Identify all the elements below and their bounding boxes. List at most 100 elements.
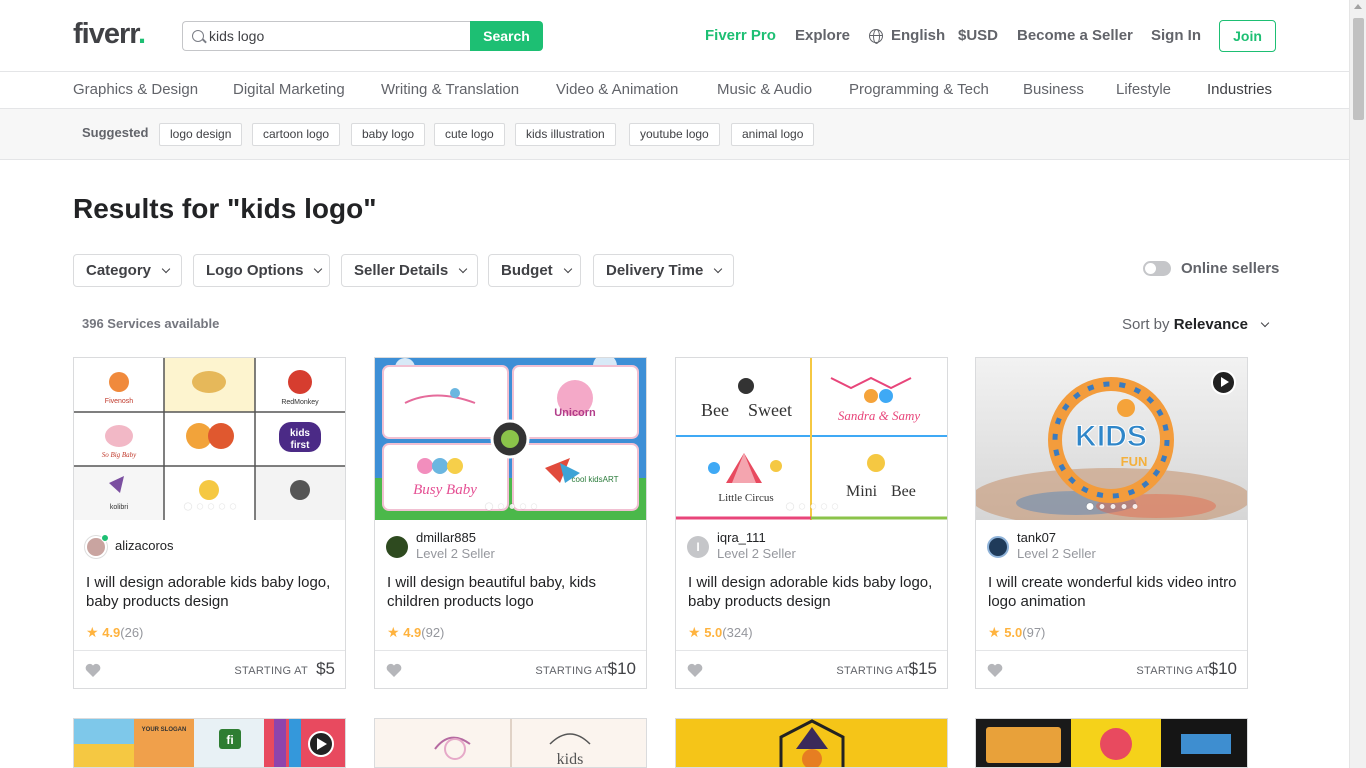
fiverr-pro-link[interactable]: Fiverr Pro xyxy=(705,27,776,44)
carousel-dots[interactable] xyxy=(786,503,837,510)
svg-text:Sweet: Sweet xyxy=(748,400,792,420)
filter-delivery-time[interactable]: Delivery Time xyxy=(593,254,734,287)
category-digital-marketing[interactable]: Digital Marketing xyxy=(233,81,345,98)
starting-at-label: STARTING AT xyxy=(1136,665,1210,677)
explore-link[interactable]: Explore xyxy=(795,27,850,44)
scrollbar-thumb[interactable] xyxy=(1353,18,1364,120)
gig-thumbnail[interactable]: KIDS FUN xyxy=(976,358,1247,520)
scroll-up-arrow[interactable] xyxy=(1354,4,1362,9)
sort-dropdown[interactable]: Sort by Relevance xyxy=(1122,316,1270,333)
heart-icon[interactable] xyxy=(987,663,1003,677)
category-business[interactable]: Business xyxy=(1023,81,1084,98)
page-scrollbar[interactable] xyxy=(1349,0,1366,768)
seller-level: Level 2 Seller xyxy=(416,546,495,561)
suggested-chip[interactable]: cute logo xyxy=(434,123,505,146)
search-button[interactable]: Search xyxy=(470,21,543,51)
category-nav: Graphics & Design Digital Marketing Writ… xyxy=(0,73,1349,109)
seller-name[interactable]: dmillar885 xyxy=(416,530,476,545)
filter-logo-options[interactable]: Logo Options xyxy=(193,254,330,287)
gig-thumbnail[interactable] xyxy=(676,719,948,768)
category-programming-tech[interactable]: Programming & Tech xyxy=(849,81,989,98)
globe-icon xyxy=(869,29,883,44)
svg-text:Mini: Mini xyxy=(846,483,878,500)
seller-avatar[interactable] xyxy=(386,536,408,558)
gig-title[interactable]: I will design beautiful baby, kids child… xyxy=(387,573,637,611)
gig-thumbnail[interactable]: Bee Sweet Sandra & Samy Little Circus Mi… xyxy=(676,358,947,520)
seller-avatar[interactable]: I xyxy=(687,536,709,558)
gig-card-partial[interactable]: YOUR SLOGAN fi xyxy=(73,718,346,768)
gig-card-partial[interactable] xyxy=(975,718,1248,768)
suggested-chip[interactable]: baby logo xyxy=(351,123,426,146)
gig-thumbnail[interactable] xyxy=(976,719,1248,768)
become-seller-link[interactable]: Become a Seller xyxy=(1017,27,1133,44)
suggested-chip[interactable]: kids illustration xyxy=(515,123,616,146)
chevron-down-icon xyxy=(714,264,723,274)
gig-rating: ★ 5.0(324) xyxy=(688,624,753,640)
gig-title[interactable]: I will create wonderful kids video intro… xyxy=(988,573,1238,611)
gig-card[interactable]: Fivenosh RedMonkey So Big Baby kids firs… xyxy=(73,357,346,689)
services-count: 396 Services available xyxy=(82,316,220,331)
fiverr-logo[interactable]: fiverr. xyxy=(73,18,146,51)
gig-thumbnail[interactable]: Fivenosh RedMonkey So Big Baby kids firs… xyxy=(74,358,345,520)
sign-in-link[interactable]: Sign In xyxy=(1151,27,1201,44)
gig-thumbnail[interactable]: Unicorn Busy Baby cool kidsART xyxy=(375,358,646,520)
seller-level: Level 2 Seller xyxy=(717,546,796,561)
carousel-dots[interactable] xyxy=(1086,503,1137,510)
gig-title[interactable]: I will design adorable kids baby logo, b… xyxy=(86,573,336,611)
gig-card-partial[interactable] xyxy=(675,718,948,768)
category-lifestyle[interactable]: Lifestyle xyxy=(1116,81,1171,98)
join-button[interactable]: Join xyxy=(1219,20,1276,52)
card-footer: STARTING AT $15 xyxy=(676,650,947,688)
heart-icon[interactable] xyxy=(85,663,101,677)
gig-card[interactable]: Bee Sweet Sandra & Samy Little Circus Mi… xyxy=(675,357,948,689)
gig-thumbnail[interactable]: YOUR SLOGAN fi xyxy=(74,719,346,768)
svg-text:Busy Baby: Busy Baby xyxy=(413,482,477,498)
category-graphics-design[interactable]: Graphics & Design xyxy=(73,81,198,98)
currency-link[interactable]: $USD xyxy=(958,27,998,44)
seller-name[interactable]: iqra_111 xyxy=(717,530,766,545)
filter-budget[interactable]: Budget xyxy=(488,254,581,287)
gig-card[interactable]: KIDS FUN tank07 Level 2 Seller I will cr… xyxy=(975,357,1248,689)
svg-text:fi: fi xyxy=(226,733,233,747)
gig-rating: ★ 5.0(97) xyxy=(988,624,1046,640)
svg-text:first: first xyxy=(291,440,311,451)
gig-thumbnail[interactable]: kids xyxy=(375,719,647,768)
search-input[interactable] xyxy=(209,26,459,46)
seller-name[interactable]: tank07 xyxy=(1017,530,1056,545)
heart-icon[interactable] xyxy=(386,663,402,677)
carousel-dots[interactable] xyxy=(485,503,536,510)
carousel-dots[interactable] xyxy=(184,503,235,510)
svg-text:Unicorn: Unicorn xyxy=(554,407,596,419)
svg-text:Sandra & Samy: Sandra & Samy xyxy=(838,408,921,423)
category-music-audio[interactable]: Music & Audio xyxy=(717,81,812,98)
seller-avatar[interactable] xyxy=(987,536,1009,558)
card-footer: STARTING AT $10 xyxy=(375,650,646,688)
online-sellers-toggle[interactable] xyxy=(1143,261,1171,276)
gig-price: $15 xyxy=(908,659,937,678)
suggested-chip[interactable]: cartoon logo xyxy=(252,123,341,146)
card-footer: STARTING AT $10 xyxy=(976,650,1247,688)
svg-text:YOUR SLOGAN: YOUR SLOGAN xyxy=(142,727,187,733)
gig-card[interactable]: Unicorn Busy Baby cool kidsART dmillar88… xyxy=(374,357,647,689)
gig-image-kids-fun-animation: KIDS FUN xyxy=(976,358,1247,520)
svg-text:kids: kids xyxy=(557,751,584,768)
heart-icon[interactable] xyxy=(687,663,703,677)
toggle-knob xyxy=(1145,263,1156,274)
seller-name[interactable]: alizacoros xyxy=(115,538,174,553)
suggested-chip[interactable]: logo design xyxy=(159,123,243,146)
filter-seller-details[interactable]: Seller Details xyxy=(341,254,478,287)
category-writing-translation[interactable]: Writing & Translation xyxy=(381,81,519,98)
starting-at-label: STARTING AT xyxy=(836,665,910,677)
filter-category[interactable]: Category xyxy=(73,254,182,287)
suggested-chip[interactable]: youtube logo xyxy=(629,123,720,146)
category-industries[interactable]: Industries xyxy=(1207,81,1272,98)
gig-title[interactable]: I will design adorable kids baby logo, b… xyxy=(688,573,938,611)
chevron-down-icon xyxy=(1260,318,1270,328)
category-video-animation[interactable]: Video & Animation xyxy=(556,81,678,98)
svg-text:So Big Baby: So Big Baby xyxy=(102,451,137,459)
language-link[interactable]: English xyxy=(891,27,945,44)
suggested-chip[interactable]: animal logo xyxy=(731,123,815,146)
star-icon: ★ xyxy=(387,624,400,640)
play-video-icon[interactable] xyxy=(1211,370,1236,395)
gig-card-partial[interactable]: kids xyxy=(374,718,647,768)
